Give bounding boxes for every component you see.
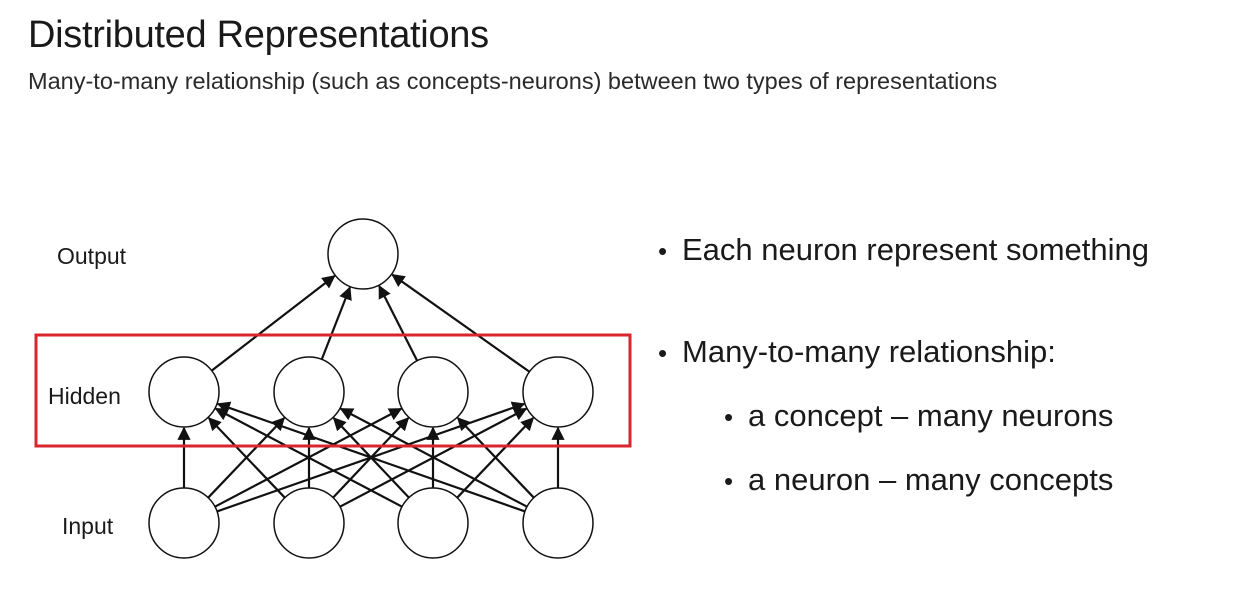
bullet-item: • Each neuron represent something	[658, 232, 1149, 268]
input-node-1	[148, 487, 220, 559]
input-node-4	[522, 487, 594, 559]
sub-bullet-item: • a concept – many neurons	[724, 398, 1113, 434]
neural-network-diagram: Output Hidden Input	[34, 218, 632, 559]
bullet-text: a neuron – many concepts	[748, 462, 1114, 497]
hidden-node-2	[273, 356, 345, 428]
hidden-to-output-edge	[391, 273, 531, 373]
bullet-text: Each neuron represent something	[682, 232, 1150, 267]
hidden-layer-label: Hidden	[48, 383, 121, 409]
bullet-text: a concept – many neurons	[748, 398, 1114, 433]
hidden-node-3	[397, 356, 469, 428]
hidden-to-output-edge	[378, 284, 419, 362]
hidden-to-output-edge	[211, 275, 336, 372]
input-node-2	[273, 487, 345, 559]
bullet-dot-icon: •	[658, 236, 668, 266]
bullet-dot-icon: •	[658, 338, 668, 368]
sub-bullet-item: • a neuron – many concepts	[724, 462, 1113, 498]
input-node-3	[397, 487, 469, 559]
bullet-dot-icon: •	[724, 466, 734, 496]
hidden-node-1	[148, 356, 220, 428]
hidden-node-4	[522, 356, 594, 428]
bullet-dot-icon: •	[724, 402, 734, 432]
input-layer-label: Input	[62, 513, 114, 539]
bullet-text: Many-to-many relationship:	[682, 334, 1056, 369]
connections	[177, 273, 565, 513]
output-node	[327, 218, 399, 290]
output-layer-label: Output	[57, 243, 127, 269]
hidden-to-output-edge	[320, 286, 352, 360]
bullet-item: • Many-to-many relationship:	[658, 334, 1056, 370]
